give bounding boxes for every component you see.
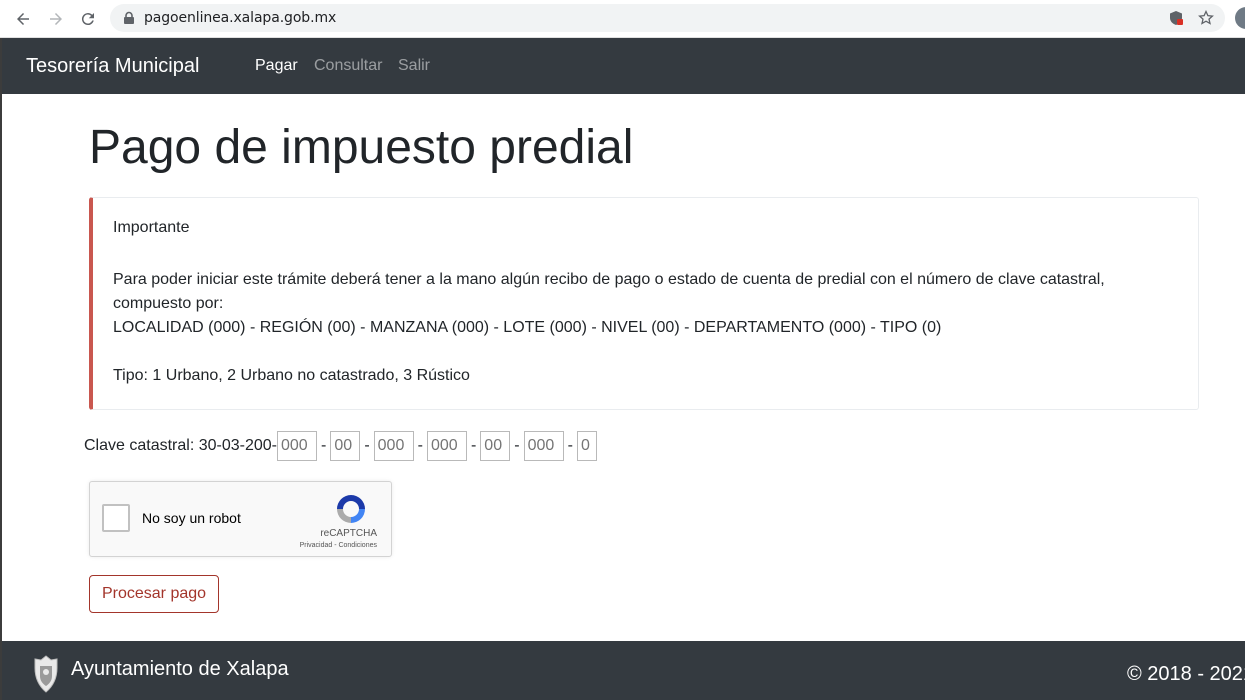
procesar-pago-button[interactable]: Procesar pago bbox=[89, 575, 219, 613]
callout-heading: Importante bbox=[113, 219, 190, 236]
blocked-content-icon[interactable] bbox=[1168, 10, 1184, 26]
reload-icon[interactable] bbox=[76, 7, 100, 31]
callout-body: Para poder iniciar este trámite deberá t… bbox=[113, 268, 1173, 340]
recaptcha-brand: reCAPTCHA bbox=[320, 528, 377, 539]
address-bar[interactable]: pagoenlinea.xalapa.gob.mx bbox=[110, 4, 1225, 32]
lock-icon bbox=[124, 11, 134, 24]
footer-org: Ayuntamiento de Xalapa bbox=[71, 658, 289, 680]
clave-separator: - bbox=[470, 437, 477, 454]
footer-copyright: © 2018 - 2021 bbox=[1127, 663, 1245, 685]
recaptcha-widget: No soy un robot reCAPTCHA Privacidad - C… bbox=[89, 481, 392, 557]
region-input[interactable] bbox=[330, 431, 361, 461]
back-icon[interactable] bbox=[11, 7, 35, 31]
clave-separator: - bbox=[514, 437, 520, 454]
recaptcha-logo-icon bbox=[337, 495, 365, 523]
navbar-brand[interactable]: Tesorería Municipal bbox=[26, 55, 199, 78]
page-title: Pago de impuesto predial bbox=[89, 121, 634, 174]
recaptcha-terms[interactable]: Privacidad - Condiciones bbox=[300, 542, 377, 549]
recaptcha-label: No soy un robot bbox=[142, 510, 241, 526]
clave-label: Clave catastral: 30-03-200- bbox=[84, 437, 277, 454]
forward-icon[interactable] bbox=[44, 7, 68, 31]
callout-tipo: Tipo: 1 Urbano, 2 Urbano no catastrado, … bbox=[113, 367, 470, 384]
site-footer: Ayuntamiento de Xalapa © 2018 - 2021 bbox=[2, 641, 1245, 700]
nivel-input[interactable] bbox=[480, 431, 511, 461]
nav-link-pagar[interactable]: Pagar bbox=[255, 57, 298, 75]
clave-catastral-row: Clave catastral: 30-03-200- - - - - - - bbox=[84, 431, 597, 461]
clave-separator: - bbox=[417, 437, 423, 454]
recaptcha-checkbox[interactable] bbox=[102, 504, 130, 532]
tipo-input[interactable] bbox=[576, 431, 597, 461]
clave-separator: - bbox=[364, 437, 370, 454]
nav-link-consultar[interactable]: Consultar bbox=[314, 57, 382, 75]
window-edge bbox=[0, 38, 2, 700]
important-callout: Importante Para poder iniciar este trámi… bbox=[89, 197, 1199, 410]
site-navbar: Tesorería Municipal Pagar Consultar Sali… bbox=[2, 38, 1245, 94]
nav-link-salir[interactable]: Salir bbox=[398, 57, 430, 75]
callout-body-line2: LOCALIDAD (000) - REGIÓN (00) - MANZANA … bbox=[113, 319, 942, 336]
lote-input[interactable] bbox=[426, 431, 467, 461]
bookmark-star-icon[interactable] bbox=[1198, 10, 1214, 26]
localidad-input[interactable] bbox=[276, 431, 317, 461]
departamento-input[interactable] bbox=[523, 431, 564, 461]
clave-separator: - bbox=[567, 437, 573, 454]
xalapa-seal-icon bbox=[34, 655, 58, 693]
manzana-input[interactable] bbox=[373, 431, 414, 461]
profile-avatar[interactable] bbox=[1235, 7, 1245, 29]
url-text: pagoenlinea.xalapa.gob.mx bbox=[144, 10, 337, 26]
browser-toolbar: pagoenlinea.xalapa.gob.mx bbox=[0, 0, 1245, 38]
callout-body-line1: Para poder iniciar este trámite deberá t… bbox=[113, 271, 1105, 312]
clave-separator: - bbox=[320, 437, 327, 454]
